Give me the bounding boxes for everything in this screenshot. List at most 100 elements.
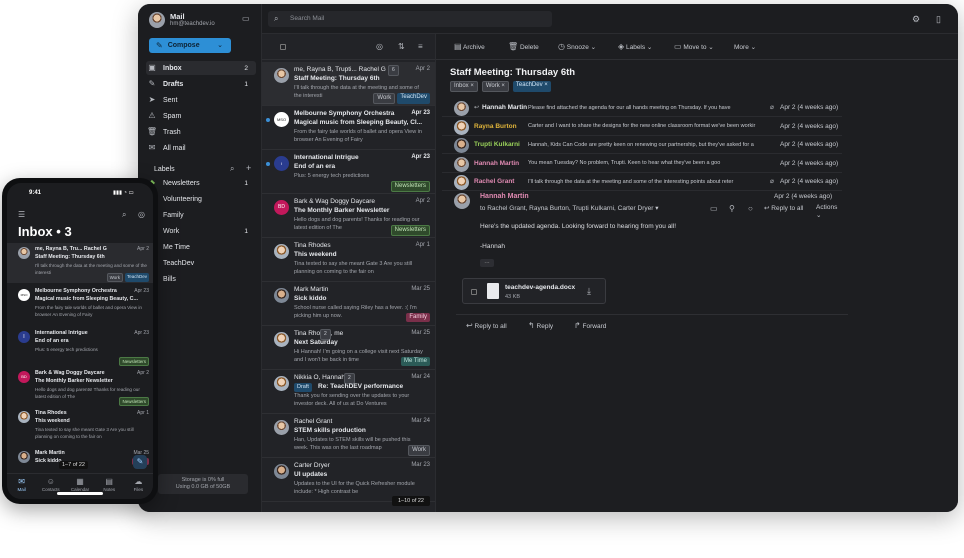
thread-item[interactable]: Hannah Martin You mean Tuesday? No proble… <box>442 156 842 173</box>
archive-button[interactable]: ▤ Archive <box>454 43 485 52</box>
tab-calendar[interactable]: ▦ Calendar <box>65 474 94 499</box>
delete-button[interactable]: 🗑 Delete <box>508 43 539 52</box>
message-row[interactable]: BD Bark & Wag Doggy Daycare Apr 2 The Month… <box>262 194 435 238</box>
files-icon: ☁ <box>134 477 143 486</box>
thread-item[interactable]: Trupti Kulkarni Hannah, Kids Can Code are… <box>442 137 842 154</box>
settings-sliders-icon[interactable]: ≡ <box>418 43 423 51</box>
search-icon[interactable]: ⌕ <box>122 211 126 219</box>
tag-me-time[interactable]: Me Time <box>400 357 430 366</box>
attachment-card[interactable]: teachdev-agenda.docx 43 KB ⤓ <box>462 278 606 304</box>
pin-icon[interactable]: ⚲ <box>729 205 735 213</box>
thread-item[interactable]: Rachel Grant I'll talk through the data a… <box>442 174 842 191</box>
gear-icon[interactable]: ⚙ <box>912 15 920 24</box>
phone-pagination[interactable]: 1–7 of 22 <box>59 461 88 469</box>
message-row[interactable]: Rachel Grant Mar 24 STEM skills production… <box>262 414 435 458</box>
sidebar-item-drafts[interactable]: ✎ Drafts 1 <box>146 77 256 91</box>
tag-teachdev[interactable]: TeachDev <box>397 93 430 104</box>
message-row[interactable]: Mark Martin Mar 25 Sick kiddo School nurse … <box>262 282 435 326</box>
labels-button[interactable]: ◈ Labels ⌄ <box>618 43 652 52</box>
tab-notes[interactable]: ▤ Notes <box>95 474 124 499</box>
label-item-work[interactable]: ◆Work1 <box>146 224 256 238</box>
phone-message-row[interactable]: I International Intrigue Apr 23 End of an e… <box>7 327 153 367</box>
search-input[interactable]: ⌕ Search Mail <box>268 11 552 27</box>
label-item-volunteering[interactable]: ◆Volunteering <box>146 192 256 206</box>
account-avatar[interactable] <box>149 12 165 28</box>
message-row[interactable]: I International Intrigue Apr 23 End of an e… <box>262 150 435 194</box>
message-subject: Staff Meeting: Thursday 6th <box>294 75 380 82</box>
label-item-me-time[interactable]: ◆Me Time <box>146 240 256 254</box>
download-icon[interactable]: ⤓ <box>587 287 591 296</box>
thread-snippet: Carter and I want to share the designs f… <box>528 123 756 129</box>
label-item-family[interactable]: ◆Family <box>146 208 256 222</box>
phone-message-row[interactable]: BD Bark & Wag Doggy Daycare Apr 2 The Month… <box>7 367 153 407</box>
phone-message-preview: From the fairy tale worlds of ballet and… <box>35 305 142 317</box>
thread-tag-inbox[interactable]: Inbox × <box>450 81 478 92</box>
tag-newsletters[interactable]: Newsletters <box>119 397 149 406</box>
phone-compose-button[interactable]: ✎ <box>133 455 147 469</box>
tag-work[interactable]: Work <box>373 93 396 104</box>
open-sender[interactable]: Hannah Martin <box>480 193 529 200</box>
message-row[interactable]: me, Rayna B, Trupti... Rachel G 6 Apr 2 Sta… <box>262 62 435 106</box>
tab-contacts[interactable]: ☺ Contacts <box>36 474 65 499</box>
phone-message-date: Apr 2 <box>137 246 149 252</box>
sidebar-item-all-mail[interactable]: ✉ All mail <box>146 141 256 155</box>
thread-tag-work[interactable]: Work × <box>481 81 509 92</box>
snooze-button[interactable]: ◷ Snooze ⌄ <box>558 43 596 52</box>
tag-work[interactable]: Work <box>106 273 123 282</box>
filter-icon[interactable]: ◎ <box>138 211 145 219</box>
sort-icon[interactable]: ⇅ <box>398 43 405 51</box>
tag-newsletters[interactable]: Newsletters <box>119 357 149 366</box>
tag-work[interactable]: Work <box>408 445 430 456</box>
open-recipients[interactable]: to Rachel Grant, Rayna Burton, Trupti Ku… <box>480 204 658 212</box>
message-row[interactable]: Tina Rhodes Apr 1 This weekend Tina texted … <box>262 238 435 282</box>
message-sender: Bark & Wag Doggy Daycare <box>294 198 376 205</box>
search-labels-icon[interactable]: ⌕ <box>230 165 234 173</box>
reply-all-label: Reply to all <box>474 323 507 330</box>
status-circle-icon[interactable]: ○ <box>748 205 753 213</box>
chevron-down-icon[interactable]: ⌄ <box>217 42 223 49</box>
phone-message-row[interactable]: MSO Melbourne Symphony Orchestra Apr 23 Mag… <box>7 285 153 325</box>
attachment-checkbox[interactable] <box>471 289 477 295</box>
panel-layout-icon[interactable]: ▯ <box>936 15 941 24</box>
phone-inbox-title: Inbox • 3 <box>18 224 72 239</box>
sidebar-item-inbox[interactable]: ▣ Inbox 2 <box>146 61 256 75</box>
actions-button[interactable]: Actions ⌄ <box>816 204 844 219</box>
tab-mail[interactable]: ✉ Mail <box>7 474 36 499</box>
thread-item[interactable]: Rayna Burton Carter and I want to share t… <box>442 119 842 136</box>
phone-message-row[interactable]: Tina Rhodes Apr 1 This weekend Tina texted … <box>7 407 153 447</box>
message-row[interactable]: Nikkia O, Hannah M 2 Mar 24 Draft Re: TeachD… <box>262 370 435 414</box>
compose-button[interactable]: ✎ Compose ⌄ <box>149 38 231 53</box>
pagination[interactable]: 1–10 of 22 <box>392 496 430 506</box>
message-row[interactable]: MSO Melbourne Symphony Orchestra Apr 23 Mag… <box>262 106 435 150</box>
tag-newsletters[interactable]: Newsletters <box>390 181 430 192</box>
mark-unread-icon[interactable]: ▭ <box>710 205 718 213</box>
sidebar-item-sent[interactable]: ➤ Sent <box>146 93 256 107</box>
tab-files[interactable]: ☁ Files <box>124 474 153 499</box>
sidebar-item-trash[interactable]: 🗑 Trash <box>146 125 256 139</box>
sender-avatar: I <box>18 331 30 343</box>
filter-icon[interactable]: ◎ <box>376 43 383 51</box>
reply-all-button[interactable]: ↩ Reply to all <box>466 322 507 331</box>
label-item-teachdev[interactable]: ◆TeachDev <box>146 256 256 270</box>
label-item-newsletters[interactable]: ◆Newsletters1 <box>146 176 256 190</box>
reply-button[interactable]: ↰ Reply <box>528 322 553 331</box>
sidebar-item-spam[interactable]: ⚠ Spam <box>146 109 256 123</box>
add-label-icon[interactable]: + <box>246 164 251 173</box>
show-quoted-button[interactable]: ··· <box>480 259 494 267</box>
move-to-button[interactable]: ▭ Move to ⌄ <box>674 43 714 52</box>
label-item-bills[interactable]: ◆Bills <box>146 272 256 286</box>
menu-icon[interactable]: ☰ <box>18 211 25 219</box>
open-reply-all-button[interactable]: ↩ Reply to all <box>764 204 803 212</box>
open-date: Apr 2 (4 weeks ago) <box>774 193 833 200</box>
sidebar-toggle-icon[interactable]: ▭ <box>242 15 250 23</box>
message-row[interactable]: Tina Rhodes, me 2 Mar 25 Next Saturday Hi Ha… <box>262 326 435 370</box>
forward-button[interactable]: ↱ Forward <box>574 322 606 331</box>
phone-message-row[interactable]: me, Rayna B, Tru... Rachel G Apr 2 Staff M… <box>7 243 153 283</box>
tag-family[interactable]: Family <box>406 313 430 322</box>
more-button[interactable]: More ⌄ <box>734 43 756 51</box>
tag-teachdev[interactable]: TeachDev <box>124 273 149 282</box>
thread-tag-teachdev[interactable]: TeachDev × <box>512 81 551 92</box>
tag-newsletters[interactable]: Newsletters <box>390 225 430 236</box>
thread-item[interactable]: ↩ Hannah Martin Please find attached the a… <box>442 100 842 117</box>
select-all-checkbox[interactable] <box>280 44 286 50</box>
